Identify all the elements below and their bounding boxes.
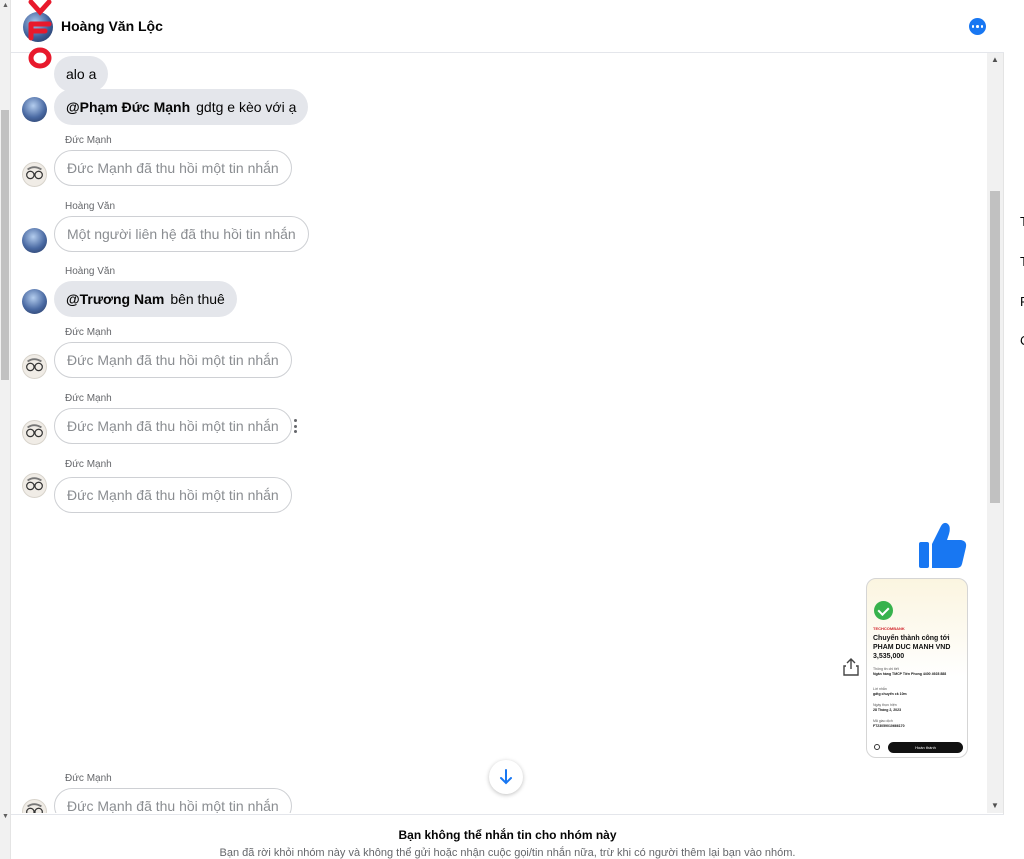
message-text: Một người liên hệ đã thu hồi tin nhắn bbox=[67, 226, 296, 242]
message-text: Đức Mạnh đã thu hồi một tin nhắn bbox=[67, 798, 279, 813]
message-actions-icon[interactable] bbox=[292, 419, 298, 433]
sender-name: Đức Mạnh bbox=[65, 327, 112, 338]
message-text: Đức Mạnh đã thu hồi một tin nhắn bbox=[67, 160, 279, 176]
sender-name: Hoàng Văn bbox=[65, 266, 116, 277]
message-text: bên thuê bbox=[170, 291, 225, 307]
bank-logo: TECHCOMBANK bbox=[873, 626, 905, 631]
transfer-receipt-image[interactable]: TECHCOMBANK Chuyển thành công tới PHAM D… bbox=[866, 578, 968, 758]
notice-subtitle: Bạn đã rời khỏi nhóm này và không thể gử… bbox=[219, 847, 796, 859]
chat-panel: Hoàng Văn Lộc alo a @Phạm Đức Mạnh gdtg e… bbox=[11, 0, 1004, 859]
message-bubble[interactable]: alo a bbox=[54, 56, 109, 92]
avatar[interactable] bbox=[22, 354, 47, 379]
receipt-row: Thông tin chi tiết Ngân hàng TMCP Tiên Ph… bbox=[873, 667, 947, 676]
group-left-notice: Bạn không thể nhắn tin cho nhóm này Bạn … bbox=[11, 814, 1004, 859]
avatar[interactable] bbox=[22, 162, 47, 187]
avatar[interactable] bbox=[22, 799, 47, 813]
message-scrollbar[interactable]: ▲ ▼ bbox=[987, 53, 1003, 813]
notice-title: Bạn không thể nhắn tin cho nhóm này bbox=[398, 828, 617, 842]
message-text: gdtg e kèo với ạ bbox=[196, 99, 297, 115]
outer-scrollbar[interactable]: ▲ ▼ bbox=[0, 0, 11, 859]
message-bubble[interactable]: @Phạm Đức Mạnh gdtg e kèo với ạ bbox=[54, 89, 309, 125]
scroll-down-arrow-icon[interactable]: ▼ bbox=[1, 812, 10, 822]
clipped-text[interactable]: F bbox=[1020, 294, 1024, 309]
avatar[interactable] bbox=[22, 420, 47, 445]
mention-link[interactable]: @Phạm Đức Mạnh bbox=[66, 99, 190, 115]
avatar[interactable] bbox=[22, 97, 47, 122]
message-text: alo a bbox=[66, 66, 97, 82]
receipt-done-button: Hoàn thành bbox=[888, 742, 963, 753]
message-text: Đức Mạnh đã thu hồi một tin nhắn bbox=[67, 418, 279, 434]
sender-name: Hoàng Văn bbox=[65, 201, 116, 212]
chat-header: Hoàng Văn Lộc bbox=[11, 0, 1004, 53]
mention-link[interactable]: @Trương Nam bbox=[66, 291, 164, 307]
message-list[interactable]: alo a @Phạm Đức Mạnh gdtg e kèo với ạ Đức… bbox=[11, 53, 987, 813]
clipped-text[interactable]: T bbox=[1020, 214, 1024, 229]
recalled-message[interactable]: Đức Mạnh đã thu hồi một tin nhắn bbox=[54, 477, 292, 513]
contact-name[interactable]: Hoàng Văn Lộc bbox=[61, 18, 163, 34]
share-icon[interactable] bbox=[843, 658, 859, 676]
receipt-row: Ngày thực hiện 28 Tháng 2, 2023 bbox=[873, 703, 902, 712]
recalled-message[interactable]: Đức Mạnh đã thu hồi một tin nhắn bbox=[54, 150, 292, 186]
avatar[interactable] bbox=[22, 228, 47, 253]
clipped-text[interactable]: T bbox=[1020, 254, 1024, 269]
scroll-down-arrow-icon[interactable]: ▼ bbox=[987, 801, 1003, 810]
avatar[interactable] bbox=[22, 289, 47, 314]
receipt-title: Chuyển thành công tới PHAM DUC MANH VND … bbox=[873, 635, 951, 660]
app-window: ▲ ▼ Hoàng Văn Lộc alo a @Phạm Đức Mạnh gd… bbox=[0, 0, 1024, 859]
right-info-column: T T F C bbox=[1005, 0, 1024, 859]
more-options-icon[interactable] bbox=[969, 18, 986, 35]
sender-name: Đức Mạnh bbox=[65, 459, 112, 470]
message-text: Đức Mạnh đã thu hồi một tin nhắn bbox=[67, 352, 279, 368]
outer-scroll-thumb[interactable] bbox=[1, 110, 9, 380]
arrow-down-icon bbox=[500, 769, 512, 785]
sender-name: Đức Mạnh bbox=[65, 393, 112, 404]
receipt-row: Mã giao dịch FT23059010666170 bbox=[873, 719, 905, 728]
power-icon bbox=[874, 744, 880, 750]
avatar[interactable] bbox=[22, 473, 47, 498]
message-scroll-thumb[interactable] bbox=[990, 191, 1000, 503]
recalled-message[interactable]: Đức Mạnh đã thu hồi một tin nhắn bbox=[54, 342, 292, 378]
clipped-text[interactable]: C bbox=[1020, 333, 1024, 348]
sender-name: Đức Mạnh bbox=[65, 135, 112, 146]
jump-to-latest-button[interactable] bbox=[489, 760, 523, 794]
message-text: Đức Mạnh đã thu hồi một tin nhắn bbox=[67, 487, 279, 503]
message-bubble[interactable]: @Trương Nam bên thuê bbox=[54, 281, 237, 317]
recalled-message[interactable]: Đức Mạnh đã thu hồi một tin nhắn bbox=[54, 408, 292, 444]
scroll-up-arrow-icon[interactable]: ▲ bbox=[1, 1, 10, 11]
thumbs-up-icon[interactable] bbox=[917, 520, 969, 572]
receipt-row: Lời nhắn gdtg chuyển ck 10m bbox=[873, 687, 907, 696]
success-check-icon bbox=[874, 601, 893, 620]
sender-name: Đức Mạnh bbox=[65, 773, 112, 784]
recalled-message[interactable]: Đức Mạnh đã thu hồi một tin nhắn bbox=[54, 788, 292, 813]
recalled-message[interactable]: Một người liên hệ đã thu hồi tin nhắn bbox=[54, 216, 309, 252]
scroll-up-arrow-icon[interactable]: ▲ bbox=[987, 55, 1003, 64]
